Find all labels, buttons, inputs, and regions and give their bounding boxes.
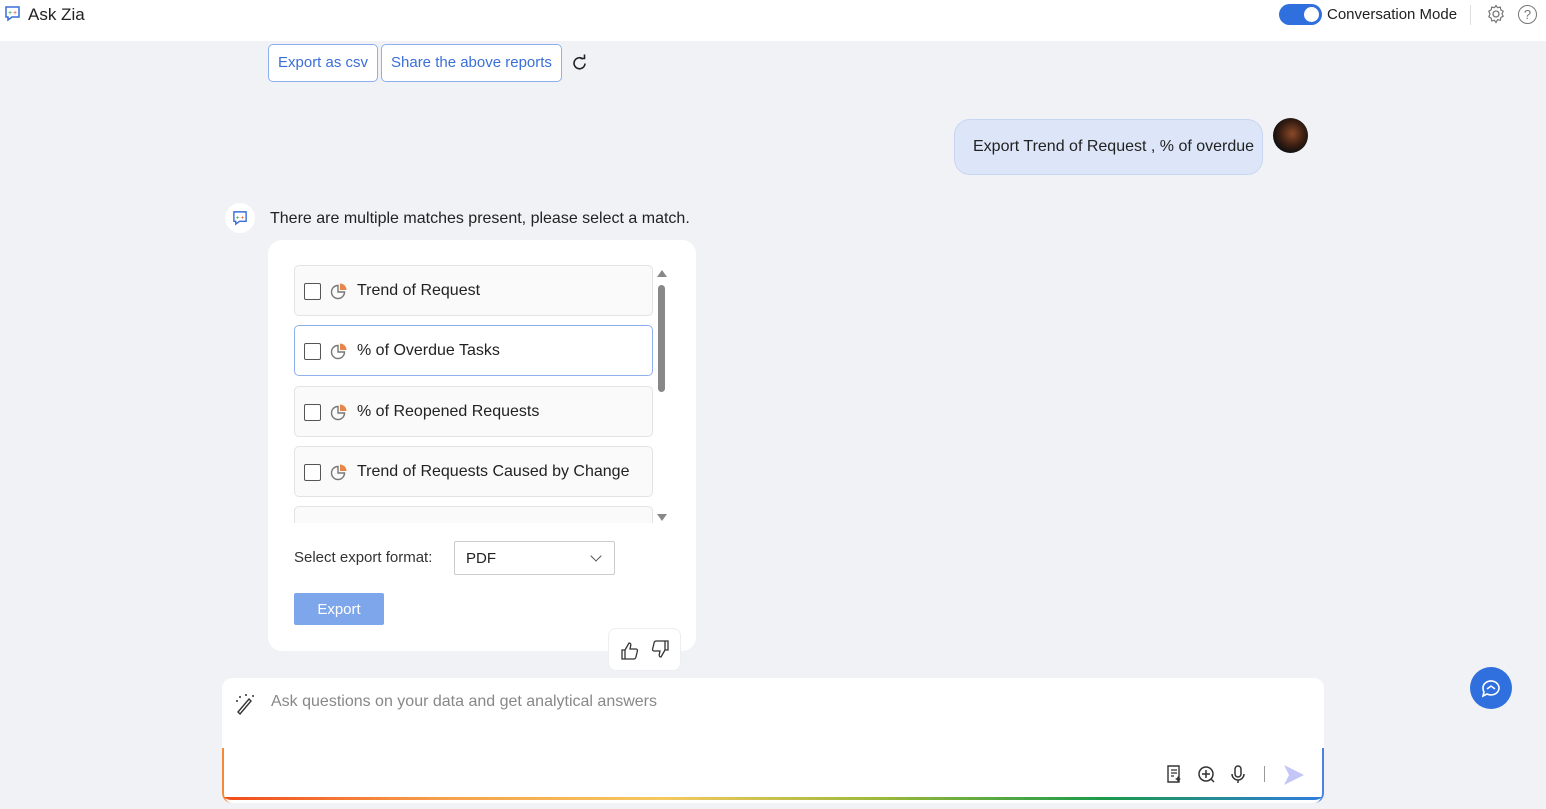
divider bbox=[1264, 766, 1265, 782]
user-message: Export Trend of Request , % of overdue bbox=[954, 119, 1263, 175]
top-bar: + + Ask Zia Conversation Mode ? bbox=[0, 0, 1546, 41]
divider bbox=[1470, 5, 1471, 25]
svg-text:+: + bbox=[8, 10, 12, 17]
svg-text:+: + bbox=[13, 10, 17, 17]
refresh-icon[interactable] bbox=[570, 54, 589, 73]
chat-icon bbox=[1481, 680, 1500, 698]
magic-wand-icon bbox=[236, 694, 254, 715]
match-card: Trend of Request % of Overdue Tasks % of… bbox=[268, 240, 696, 651]
query-box bbox=[222, 678, 1324, 803]
export-button[interactable]: Export bbox=[294, 593, 384, 625]
match-label: % of Overdue Tasks bbox=[357, 342, 500, 359]
checkbox[interactable] bbox=[304, 283, 321, 300]
svg-text:+: + bbox=[236, 214, 240, 221]
match-label: Trend of Request bbox=[357, 282, 481, 299]
match-list: Trend of Request % of Overdue Tasks % of… bbox=[294, 265, 654, 523]
conversation-mode-label: Conversation Mode bbox=[1327, 6, 1458, 23]
pie-chart-icon bbox=[330, 283, 347, 300]
pie-chart-icon bbox=[330, 464, 347, 481]
zia-bot-icon: + + bbox=[225, 203, 255, 233]
zia-logo-icon: + + bbox=[5, 6, 20, 22]
export-format-select[interactable]: PDF bbox=[454, 541, 615, 575]
conversation-mode-toggle[interactable] bbox=[1279, 4, 1322, 25]
match-item[interactable]: Trend of Request bbox=[294, 265, 653, 316]
share-reports-button[interactable]: Share the above reports bbox=[381, 44, 562, 82]
match-label: Trend of Requests Caused by Change bbox=[357, 463, 630, 480]
chat-button[interactable] bbox=[1470, 667, 1512, 709]
checkbox[interactable] bbox=[304, 343, 321, 360]
report-suggest-icon[interactable] bbox=[1164, 764, 1184, 784]
export-format-value: PDF bbox=[466, 550, 496, 567]
match-item[interactable]: % of Overdue Tasks bbox=[294, 325, 653, 376]
match-label: % of Reopened Requests bbox=[357, 403, 540, 420]
thumbs-up-icon[interactable] bbox=[620, 641, 640, 661]
scrollbar-thumb[interactable] bbox=[658, 285, 665, 392]
match-item[interactable]: Trend of Requests Caused by Change bbox=[294, 446, 653, 497]
scroll-up-icon[interactable] bbox=[657, 270, 667, 277]
checkbox[interactable] bbox=[304, 404, 321, 421]
query-input[interactable] bbox=[271, 693, 1271, 711]
bot-message: There are multiple matches present, plea… bbox=[270, 210, 690, 227]
chevron-down-icon bbox=[590, 550, 602, 562]
send-icon[interactable] bbox=[1282, 763, 1306, 787]
feedback-bar bbox=[608, 628, 681, 671]
match-item[interactable] bbox=[294, 506, 653, 523]
svg-text:+: + bbox=[240, 214, 244, 221]
checkbox[interactable] bbox=[304, 464, 321, 481]
export-format-label: Select export format: bbox=[294, 549, 433, 566]
pie-chart-icon bbox=[330, 343, 347, 360]
match-item[interactable]: % of Reopened Requests bbox=[294, 386, 653, 437]
microphone-icon[interactable] bbox=[1228, 764, 1248, 784]
scrollbar[interactable] bbox=[656, 268, 668, 523]
help-icon[interactable]: ? bbox=[1518, 5, 1537, 24]
app-title: Ask Zia bbox=[28, 5, 85, 24]
pie-chart-icon bbox=[330, 404, 347, 421]
export-csv-button[interactable]: Export as csv bbox=[268, 44, 379, 82]
thumbs-down-icon[interactable] bbox=[650, 639, 670, 659]
zoom-in-chat-icon[interactable] bbox=[1196, 764, 1216, 784]
avatar bbox=[1273, 118, 1308, 153]
gear-icon[interactable] bbox=[1486, 4, 1506, 24]
scroll-down-icon[interactable] bbox=[657, 514, 667, 521]
